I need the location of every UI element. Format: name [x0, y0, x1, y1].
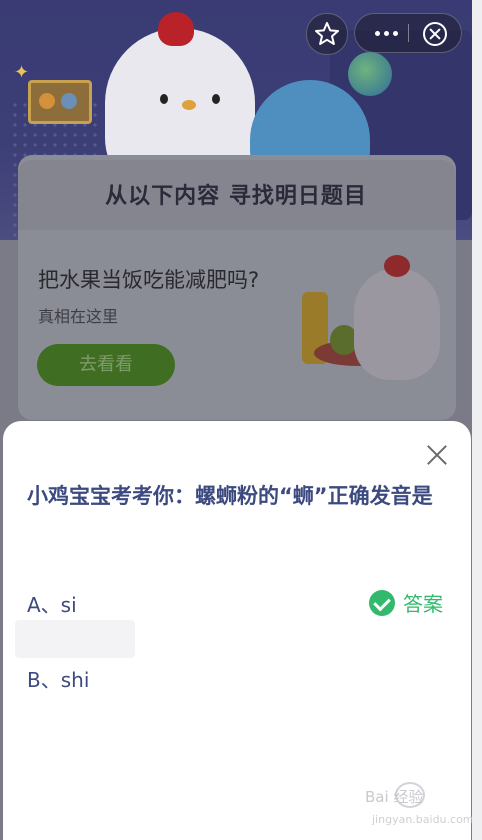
favorite-button[interactable]	[306, 13, 348, 55]
option-a[interactable]: A、si	[27, 589, 77, 618]
option-b[interactable]: B、shi	[27, 664, 89, 693]
faint-overlay	[15, 620, 135, 658]
app-page: ✦ 从以下内容 寻找明日题目 把水果当饭吃能减肥吗? 真相在这里 去看看 小鸡宝…	[0, 0, 472, 840]
go-see-button[interactable]: 去看看	[37, 344, 175, 386]
globe-icon	[348, 52, 392, 96]
medal-frame	[28, 80, 92, 124]
close-icon[interactable]	[422, 440, 452, 470]
chick-eye	[212, 94, 220, 104]
chick-eye	[160, 94, 168, 104]
more-icon[interactable]	[369, 14, 403, 52]
star-icon	[315, 22, 339, 45]
mini-program-capsule	[354, 13, 462, 53]
answer-label: 答案	[403, 592, 443, 616]
article-chick-image	[354, 268, 440, 380]
quiz-question: 小鸡宝宝考考你：螺蛳粉的“蛳”正确发音是	[27, 484, 433, 508]
medal-icon	[39, 93, 55, 109]
answer-indicator: 答案	[369, 588, 443, 617]
banner-title: 从以下内容 寻找明日题目	[105, 184, 367, 209]
sparkle-icon: ✦	[14, 62, 30, 83]
article-chick-comb	[384, 255, 410, 277]
watermark-text: Bai 经验	[365, 788, 424, 806]
medal-icon	[61, 93, 77, 109]
watermark-url: jingyan.baidu.com	[372, 813, 472, 826]
article-subtitle: 真相在这里	[38, 307, 119, 326]
chick-comb	[158, 12, 194, 46]
right-edge	[472, 0, 482, 840]
check-icon	[369, 589, 395, 616]
capsule-divider	[408, 24, 409, 42]
close-circle-icon[interactable]	[423, 22, 447, 46]
chick-beak	[182, 100, 196, 110]
article-title[interactable]: 把水果当饭吃能减肥吗?	[38, 264, 259, 294]
